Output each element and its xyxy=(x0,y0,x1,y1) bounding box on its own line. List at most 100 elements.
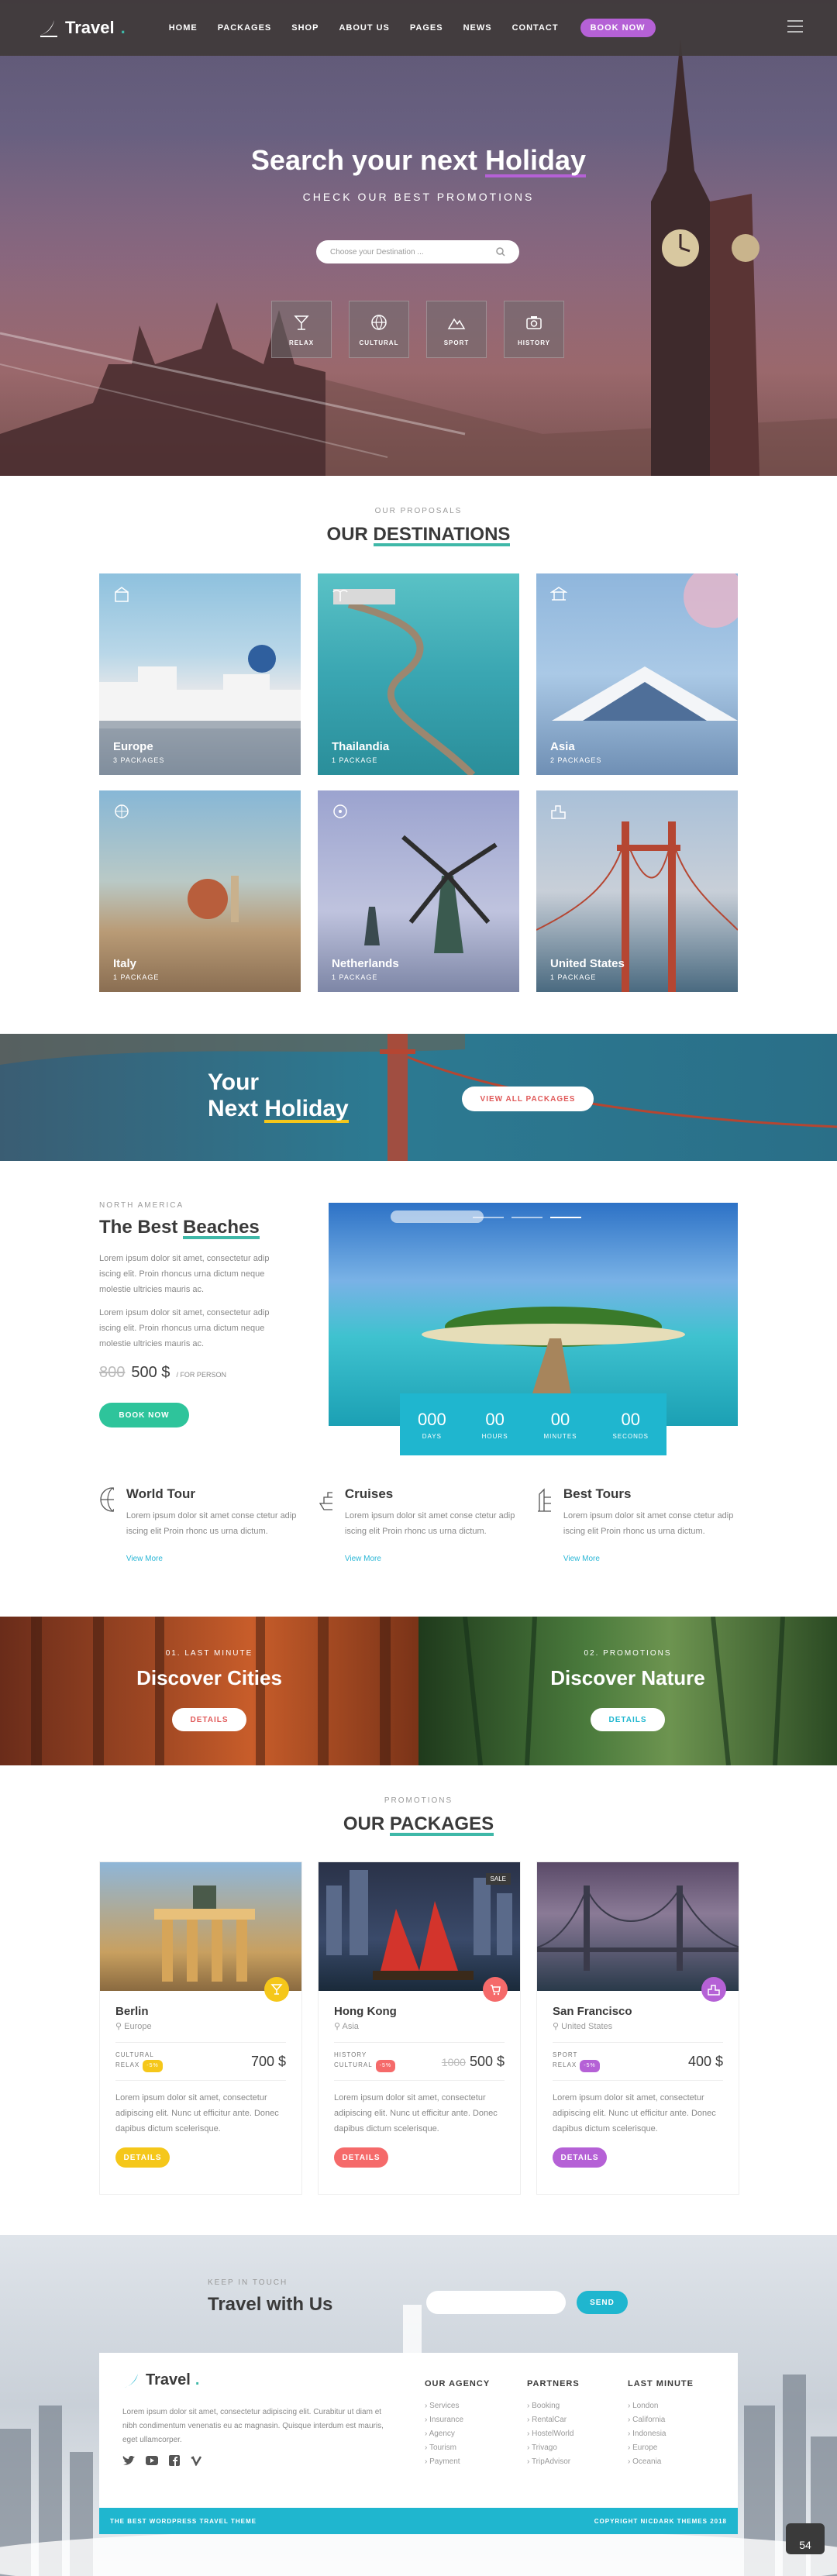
banner-title: Your Next Holiday xyxy=(208,1069,349,1123)
footer-link[interactable]: › TripAdvisor xyxy=(527,2455,580,2469)
nav-packages[interactable]: PACKAGES xyxy=(218,23,272,33)
footer-link[interactable]: › London xyxy=(628,2399,694,2413)
top-navigation: Travel. HOME PACKAGES SHOP ABOUT US PAGE… xyxy=(0,0,837,56)
footer-link[interactable]: › RentalCar xyxy=(527,2413,580,2427)
footer-link[interactable]: › Booking xyxy=(527,2399,580,2413)
search-placeholder: Choose your Destination ... xyxy=(330,247,424,257)
destination-card-netherlands[interactable]: Netherlands 1 PACKAGE xyxy=(318,790,519,992)
social-links xyxy=(122,2455,202,2466)
category-relax[interactable]: RELAX xyxy=(271,301,332,358)
footer-link[interactable]: › California xyxy=(628,2413,694,2427)
footer-link[interactable]: › HostelWorld xyxy=(527,2427,580,2441)
slider-dots[interactable] xyxy=(473,1217,581,1218)
footer-link[interactable]: › Insurance xyxy=(425,2413,490,2427)
details-button[interactable]: DETAILS xyxy=(334,2147,388,2168)
package-city: San Francisco xyxy=(553,2005,632,2018)
package-description: Lorem ipsum dolor sit amet, consectetur … xyxy=(334,2093,498,2133)
package-price: 700 $ xyxy=(250,2053,286,2069)
site-logo[interactable]: Travel. xyxy=(37,18,126,38)
destination-card-united-states[interactable]: United States 1 PACKAGE xyxy=(536,790,738,992)
package-city: Berlin xyxy=(115,2005,149,2018)
footer-col-title: LAST MINUTE xyxy=(628,2379,694,2388)
footer-link[interactable]: › Indonesia xyxy=(628,2427,694,2441)
discover-title: Discover Cities xyxy=(136,1666,282,1689)
send-button[interactable]: SEND xyxy=(577,2291,628,2314)
package-image[interactable] xyxy=(100,1862,301,1991)
youtube-icon[interactable] xyxy=(146,2455,158,2466)
book-now-button[interactable]: BOOK NOW xyxy=(580,19,656,37)
nav-news[interactable]: NEWS xyxy=(463,23,492,33)
discover-cities-details-button[interactable]: DETAILS xyxy=(172,1708,246,1731)
twitter-icon[interactable] xyxy=(122,2455,135,2466)
details-button[interactable]: DETAILS xyxy=(115,2147,170,2168)
facebook-icon[interactable] xyxy=(169,2455,180,2466)
package-image[interactable]: SALE xyxy=(319,1862,520,1991)
footer-logo[interactable]: Travel. xyxy=(122,2371,199,2389)
footer-link[interactable]: › Trivago xyxy=(527,2441,580,2455)
package-count: 1 PACKAGE xyxy=(332,973,378,981)
package-location: ⚲ Asia xyxy=(334,2022,359,2031)
nav-home[interactable]: HOME xyxy=(169,23,198,33)
view-more-link[interactable]: View More xyxy=(345,1555,519,1563)
nav-shop[interactable]: SHOP xyxy=(291,23,319,33)
feature-world-tour: World Tour Lorem ipsum dolor sit amet con… xyxy=(99,1486,301,1563)
vimeo-icon[interactable] xyxy=(191,2455,202,2466)
nav-pages[interactable]: PAGES xyxy=(410,23,443,33)
package-count: 3 PACKAGES xyxy=(113,756,165,764)
category-label: HISTORY xyxy=(517,339,551,346)
speed-widget[interactable]: 54 xyxy=(786,2523,825,2554)
beaches-kicker: NORTH AMERICA xyxy=(99,1201,184,1210)
category-sport[interactable]: SPORT xyxy=(426,301,487,358)
logo-text: Travel xyxy=(65,18,115,37)
destination-card-thailandia[interactable]: Thailandia 1 PACKAGE xyxy=(318,573,519,775)
destination-card-europe[interactable]: Europe 3 PACKAGES xyxy=(99,573,301,775)
package-price: 400 $ xyxy=(687,2053,723,2069)
destination-search-input[interactable]: Choose your Destination ... xyxy=(316,240,519,263)
footer-link[interactable]: › Tourism xyxy=(425,2441,490,2455)
newsletter-section: KEEP IN TOUCH Travel with Us SEND Travel… xyxy=(0,2235,837,2576)
logo-dot: . xyxy=(120,18,126,37)
windmill-icon xyxy=(333,804,347,818)
footer-text: Lorem ipsum dolor sit amet, consectetur … xyxy=(122,2408,384,2444)
ship-icon xyxy=(319,1492,332,1510)
newsletter-title: Travel with Us xyxy=(208,2294,333,2315)
footer-link[interactable]: › Europe xyxy=(628,2441,694,2455)
hero-title: Search your next Holiday xyxy=(250,144,587,177)
countdown-seconds: 00 SECONDS xyxy=(612,1409,649,1440)
nav-contact[interactable]: CONTACT xyxy=(512,23,559,33)
footer-link[interactable]: › Agency xyxy=(425,2427,490,2441)
cocktail-icon xyxy=(294,315,309,330)
category-cultural[interactable]: CULTURAL xyxy=(349,301,409,358)
hamburger-menu-icon[interactable] xyxy=(787,20,803,36)
hero-subtitle: CHECK OUR BEST PROMOTIONS xyxy=(302,191,535,203)
footer-bottom-bar: THE BEST WORDPRESS TRAVEL THEME COPYRIGHT… xyxy=(99,2508,738,2534)
category-history[interactable]: HISTORY xyxy=(504,301,564,358)
package-categories: HISTORY CULTURAL -5% xyxy=(334,2051,396,2072)
hero: Search your next Holiday CHECK OUR BEST … xyxy=(0,0,837,476)
package-count: 1 PACKAGE xyxy=(332,756,378,764)
camera-icon xyxy=(526,315,542,329)
nav-about-us[interactable]: ABOUT US xyxy=(339,23,389,33)
footer-link[interactable]: › Payment xyxy=(425,2455,490,2469)
destination-card-italy[interactable]: Italy 1 PACKAGE xyxy=(99,790,301,992)
destination-card-asia[interactable]: Asia 2 PACKAGES xyxy=(536,573,738,775)
destination-name: Asia xyxy=(550,740,575,753)
package-description: Lorem ipsum dolor sit amet, consectetur … xyxy=(553,2093,716,2133)
package-image[interactable] xyxy=(537,1862,739,1991)
view-all-packages-button[interactable]: VIEW ALL PACKAGES xyxy=(462,1087,594,1111)
cart-badge-icon xyxy=(483,1977,508,2002)
search-icon[interactable] xyxy=(496,247,505,257)
discover-nature-details-button[interactable]: DETAILS xyxy=(591,1708,665,1731)
view-more-link[interactable]: View More xyxy=(563,1555,738,1563)
holiday-banner: Your Next Holiday VIEW ALL PACKAGES xyxy=(0,1034,837,1161)
cocktail-badge-icon xyxy=(264,1977,289,2002)
feature-title: Best Tours xyxy=(563,1486,632,1501)
newsletter-email-input[interactable] xyxy=(426,2291,566,2314)
package-count: 1 PACKAGE xyxy=(113,973,160,981)
footer-link[interactable]: › Services xyxy=(425,2399,490,2413)
details-button[interactable]: DETAILS xyxy=(553,2147,607,2168)
package-card-san-francisco: San Francisco ⚲ United States SPORT RELAX… xyxy=(536,1861,739,2195)
footer-link[interactable]: › Oceania xyxy=(628,2455,694,2469)
book-now-beach-button[interactable]: BOOK NOW xyxy=(99,1403,189,1427)
view-more-link[interactable]: View More xyxy=(126,1555,301,1563)
